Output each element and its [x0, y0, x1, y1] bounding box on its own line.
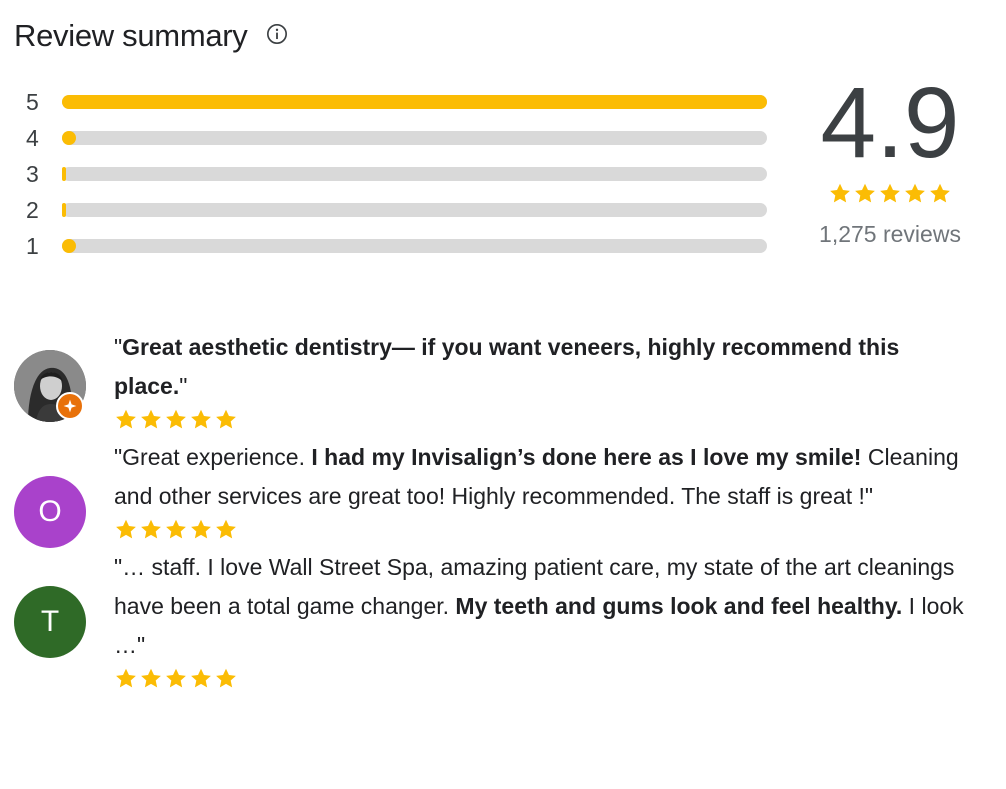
review-body: "Great experience. I had my Invisalign’s…	[114, 438, 974, 548]
average-score: 4.9	[820, 67, 960, 179]
review-summary-header: Review summary	[14, 18, 288, 54]
rating-bar-fill	[62, 203, 66, 217]
rating-bar-label: 3	[26, 160, 39, 187]
star-icon	[139, 667, 163, 690]
review-text-segment: Great aesthetic dentistry— if you want v…	[114, 334, 900, 399]
star-rating	[800, 182, 980, 205]
review-text-segment: "	[114, 334, 123, 360]
rating-bar-label: 4	[26, 124, 39, 151]
info-icon[interactable]	[266, 23, 288, 45]
avatar[interactable]: T	[14, 586, 86, 658]
page-title: Review summary	[14, 18, 248, 53]
rating-bar-4[interactable]: 4	[26, 120, 771, 156]
rating-bar-label: 5	[26, 88, 39, 115]
review-item: O "Great experience. I had my Invisalign…	[14, 438, 974, 548]
star-icon	[903, 182, 927, 205]
star-icon	[114, 667, 138, 690]
star-icon	[114, 408, 138, 431]
review-count[interactable]: 1,275 reviews	[800, 221, 980, 248]
rating-bar-3[interactable]: 3	[26, 156, 771, 192]
star-icon	[164, 518, 188, 541]
rating-bar-track	[62, 167, 767, 181]
star-icon	[214, 667, 238, 690]
star-icon	[214, 518, 238, 541]
review-text-segment: My teeth and gums look and feel healthy.	[455, 593, 903, 619]
overall-rating: 4.9 1,275 reviews	[800, 68, 980, 248]
review-item: T "… staff. I love Wall Street Spa, amaz…	[14, 548, 974, 697]
star-rating	[114, 667, 974, 697]
avatar-letter: T	[14, 586, 86, 658]
star-icon	[928, 182, 952, 205]
rating-bar-fill	[62, 239, 77, 253]
rating-bar-1[interactable]: 1	[26, 228, 771, 264]
review-body: "… staff. I love Wall Street Spa, amazin…	[114, 548, 974, 697]
review-text-segment: I had my Invisalign’s done here as I lov…	[311, 444, 862, 470]
star-icon	[164, 667, 188, 690]
star-icon	[853, 182, 877, 205]
star-icon	[828, 182, 852, 205]
rating-bar-fill	[62, 131, 77, 145]
rating-bar-track	[62, 239, 767, 253]
star-icon	[114, 518, 138, 541]
rating-distribution: 5 4 3 2 1	[26, 84, 771, 264]
rating-bar-2[interactable]: 2	[26, 192, 771, 228]
rating-bar-fill	[62, 167, 66, 181]
star-icon	[139, 518, 163, 541]
avatar-letter: O	[14, 476, 86, 548]
star-rating	[114, 408, 974, 438]
review-body: "Great aesthetic dentistry— if you want …	[114, 328, 974, 438]
star-icon	[878, 182, 902, 205]
review-item: "Great aesthetic dentistry— if you want …	[14, 328, 974, 438]
avatar[interactable]	[14, 350, 86, 422]
star-rating	[114, 518, 974, 548]
review-text: "Great experience. I had my Invisalign’s…	[114, 438, 974, 516]
star-icon	[189, 667, 213, 690]
rating-bar-track	[62, 131, 767, 145]
star-icon	[214, 408, 238, 431]
review-text-segment: "Great experience.	[114, 444, 312, 470]
rating-bar-label: 1	[26, 232, 39, 259]
rating-bar-fill	[62, 95, 767, 109]
review-text: "… staff. I love Wall Street Spa, amazin…	[114, 548, 974, 665]
review-text: "Great aesthetic dentistry— if you want …	[114, 328, 974, 406]
rating-bar-track	[62, 203, 767, 217]
star-icon	[139, 408, 163, 431]
local-guide-badge-icon	[56, 392, 84, 420]
star-icon	[189, 408, 213, 431]
star-icon	[189, 518, 213, 541]
avatar[interactable]: O	[14, 476, 86, 548]
rating-bar-5[interactable]: 5	[26, 84, 771, 120]
review-text-segment: "	[179, 373, 188, 399]
star-icon	[164, 408, 188, 431]
rating-bar-track	[62, 95, 767, 109]
rating-bar-label: 2	[26, 196, 39, 223]
review-list: "Great aesthetic dentistry— if you want …	[14, 328, 974, 697]
